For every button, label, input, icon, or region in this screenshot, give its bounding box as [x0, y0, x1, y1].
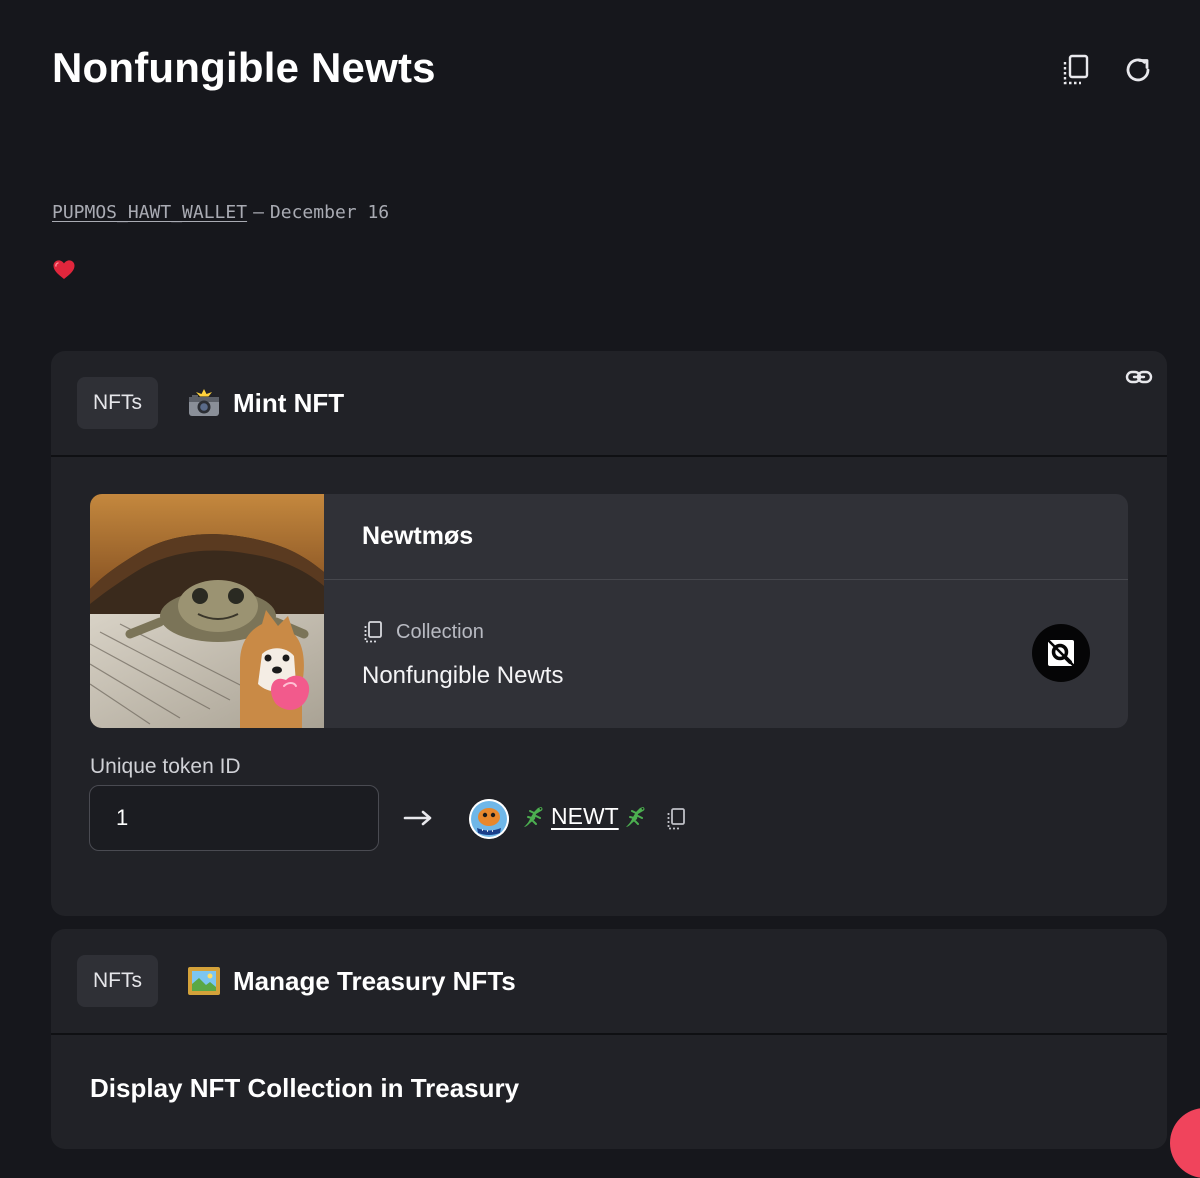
recipient-link[interactable]: NEWT — [521, 803, 649, 830]
stargaze-button[interactable] — [1032, 624, 1090, 682]
link-icon[interactable] — [1125, 365, 1153, 389]
arrow-right-icon — [403, 810, 432, 826]
card-title-text: Manage Treasury NFTs — [233, 965, 516, 996]
nft-image — [90, 494, 324, 728]
framed-picture-icon — [188, 967, 220, 995]
lizard-icon — [524, 806, 543, 827]
category-tag: NFTs — [77, 377, 158, 429]
meta-separator: – — [253, 202, 264, 223]
copy-button[interactable] — [1058, 52, 1094, 88]
author-link[interactable]: PUPMOS_HAWT_WALLET — [52, 202, 247, 223]
manage-treasury-nfts-card: NFTs Manage Treasury NFTs Display NFT Co… — [51, 929, 1167, 1149]
refresh-icon — [1126, 58, 1150, 82]
camera-flash-icon — [189, 389, 219, 416]
card-header: NFTs Manage Treasury NFTs — [51, 929, 1167, 1035]
collection-label-text: Collection — [396, 620, 484, 643]
post-meta: PUPMOS_HAWT_WALLET – December 16 — [52, 202, 389, 223]
card-title-text: Mint NFT — [233, 387, 345, 418]
token-id-input[interactable] — [89, 785, 379, 851]
token-id-label: Unique token ID — [90, 755, 241, 778]
card-title: Mint NFT — [187, 377, 344, 429]
copy-icon — [1063, 54, 1089, 85]
floating-action-button[interactable] — [1170, 1108, 1200, 1178]
copy-address-icon[interactable] — [665, 807, 687, 831]
recipient-name-text: NEWT — [551, 803, 619, 829]
recipient-avatar[interactable] — [469, 799, 509, 839]
nft-name: Newtmøs — [324, 494, 1128, 580]
collection-label: Collection — [362, 620, 484, 644]
page-title: Nonfungible Newts — [52, 44, 436, 91]
nft-preview: Newtmøs Collection Nonfungible Newts — [90, 494, 1128, 728]
collection-icon — [364, 621, 382, 643]
category-tag: NFTs — [77, 955, 158, 1007]
lizard-icon — [625, 806, 645, 827]
post-date: December 16 — [269, 202, 390, 223]
header-actions — [1058, 52, 1156, 88]
card-title: Manage Treasury NFTs — [187, 955, 516, 1007]
section-title: Display NFT Collection in Treasury — [90, 1073, 520, 1103]
mint-nft-card: NFTs Mint NFT Newtmøs Collection Nonfung… — [51, 351, 1167, 916]
stargaze-icon — [1047, 639, 1075, 667]
refresh-button[interactable] — [1120, 52, 1156, 88]
heart-icon[interactable] — [52, 258, 76, 282]
collection-value: Nonfungible Newts — [362, 662, 564, 689]
card-header: NFTs Mint NFT — [51, 351, 1167, 457]
